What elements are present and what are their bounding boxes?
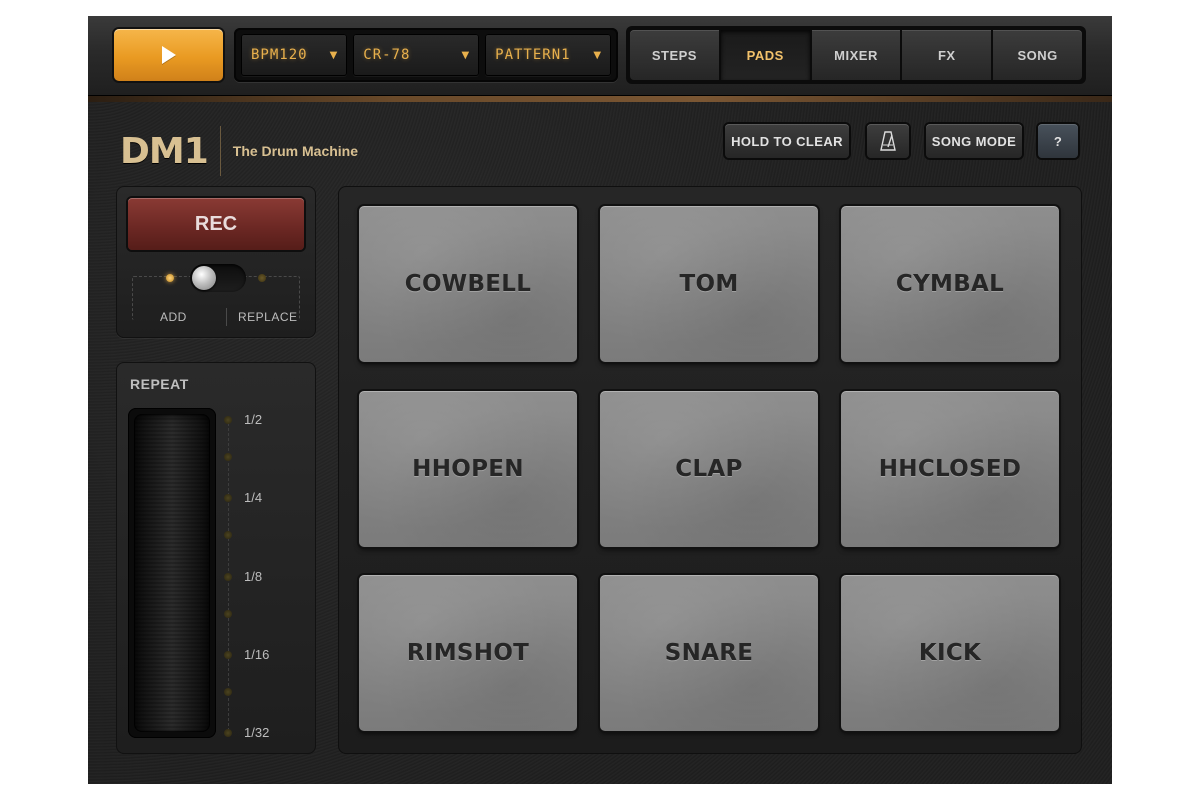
repeat-option[interactable]: 1/4 bbox=[224, 490, 262, 505]
pad-label: CYMBAL bbox=[895, 271, 1005, 297]
pad-label: CLAP bbox=[675, 456, 743, 482]
pads-panel: COWBELL TOM CYMBAL HHOPEN CLAP HHCLOSED … bbox=[338, 186, 1082, 754]
mode-add-label: ADD bbox=[160, 310, 187, 324]
kit-selector[interactable]: CR-78 ▼ bbox=[353, 34, 480, 76]
rec-button[interactable]: REC bbox=[128, 198, 304, 250]
brand: DM1 The Drum Machine bbox=[120, 126, 358, 176]
pad-snare[interactable]: SNARE bbox=[600, 575, 818, 731]
pad-clap[interactable]: CLAP bbox=[600, 391, 818, 547]
pad-hhopen[interactable]: HHOPEN bbox=[359, 391, 577, 547]
metronome-button[interactable] bbox=[867, 124, 909, 158]
pad-label: COWBELL bbox=[404, 271, 532, 297]
bpm-value: BPM120 bbox=[251, 47, 308, 63]
repeat-slider[interactable] bbox=[134, 414, 210, 732]
repeat-option-label: 1/32 bbox=[244, 725, 270, 740]
repeat-title: REPEAT bbox=[130, 376, 189, 392]
scale-minor-led bbox=[224, 453, 232, 461]
chevron-down-icon: ▼ bbox=[593, 49, 602, 61]
top-bar: BPM120 ▼ CR-78 ▼ PATTERN1 ▼ STEPS PADS M… bbox=[88, 16, 1112, 96]
tab-song[interactable]: SONG bbox=[993, 30, 1082, 80]
repeat-option[interactable]: 1/32 bbox=[224, 725, 269, 740]
pad-label: HHCLOSED bbox=[878, 456, 1022, 482]
brand-divider bbox=[219, 126, 221, 176]
record-mode-toggle[interactable] bbox=[190, 264, 246, 292]
repeat-option-label: 1/16 bbox=[244, 647, 270, 662]
pad-label: SNARE bbox=[664, 640, 754, 666]
pad-rimshot[interactable]: RIMSHOT bbox=[359, 575, 577, 731]
tab-mixer[interactable]: MIXER bbox=[811, 30, 901, 80]
app-logo: DM1 bbox=[120, 130, 209, 172]
tab-steps[interactable]: STEPS bbox=[630, 30, 719, 80]
scale-led bbox=[224, 572, 232, 581]
repeat-option-label: 1/8 bbox=[244, 569, 263, 584]
pad-cymbal[interactable]: CYMBAL bbox=[841, 206, 1059, 362]
app-subtitle: The Drum Machine bbox=[232, 143, 359, 159]
bpm-selector[interactable]: BPM120 ▼ bbox=[241, 34, 348, 76]
scale-minor-led bbox=[224, 610, 232, 618]
tab-pads[interactable]: PADS bbox=[720, 30, 810, 80]
mode-replace-label: REPLACE bbox=[238, 310, 298, 324]
repeat-option-label: 1/2 bbox=[244, 412, 263, 427]
pad-label: KICK bbox=[918, 640, 982, 666]
pad-label: TOM bbox=[679, 271, 739, 297]
play-icon bbox=[161, 46, 176, 64]
kit-value: CR-78 bbox=[363, 47, 411, 63]
pad-label: RIMSHOT bbox=[406, 640, 530, 666]
pad-hhclosed[interactable]: HHCLOSED bbox=[841, 391, 1059, 547]
scale-minor-led bbox=[224, 688, 232, 696]
repeat-option-label: 1/4 bbox=[244, 490, 263, 505]
chevron-down-icon: ▼ bbox=[329, 49, 338, 61]
hold-to-clear-button[interactable]: HOLD TO CLEAR bbox=[725, 124, 849, 158]
play-button[interactable] bbox=[114, 29, 223, 81]
pad-tom[interactable]: TOM bbox=[600, 206, 818, 362]
mode-divider bbox=[226, 308, 227, 326]
scale-led bbox=[224, 415, 232, 424]
top-bar-divider bbox=[88, 96, 1112, 102]
scale-led bbox=[224, 728, 232, 737]
record-panel: REC ADD REPLACE bbox=[116, 186, 316, 338]
scale-minor-led bbox=[224, 531, 232, 539]
lcd-display-group: BPM120 ▼ CR-78 ▼ PATTERN1 ▼ bbox=[234, 28, 618, 82]
metronome-icon bbox=[880, 131, 896, 151]
chevron-down-icon: ▼ bbox=[461, 49, 470, 61]
scale-led bbox=[224, 493, 232, 502]
repeat-slider-well bbox=[128, 408, 216, 738]
pad-kick[interactable]: KICK bbox=[841, 575, 1059, 731]
replace-indicator-led bbox=[258, 274, 266, 282]
scale-led bbox=[224, 650, 232, 659]
pattern-selector[interactable]: PATTERN1 ▼ bbox=[485, 34, 612, 76]
song-mode-button[interactable]: SONG MODE bbox=[926, 124, 1022, 158]
repeat-option[interactable]: 1/8 bbox=[224, 569, 262, 584]
pattern-value: PATTERN1 bbox=[495, 47, 571, 63]
repeat-panel: REPEAT 1/2 1/4 1/8 1/16 1/32 bbox=[116, 362, 316, 754]
repeat-option[interactable]: 1/16 bbox=[224, 647, 269, 662]
help-button[interactable]: ? bbox=[1038, 124, 1078, 158]
repeat-option[interactable]: 1/2 bbox=[224, 412, 262, 427]
view-tabs: STEPS PADS MIXER FX SONG bbox=[626, 26, 1086, 84]
toggle-knob bbox=[192, 266, 216, 290]
pad-label: HHOPEN bbox=[412, 456, 524, 482]
pad-cowbell[interactable]: COWBELL bbox=[359, 206, 577, 362]
add-indicator-led bbox=[166, 274, 174, 282]
drum-machine-app: BPM120 ▼ CR-78 ▼ PATTERN1 ▼ STEPS PADS M… bbox=[88, 16, 1112, 784]
tab-fx[interactable]: FX bbox=[902, 30, 992, 80]
